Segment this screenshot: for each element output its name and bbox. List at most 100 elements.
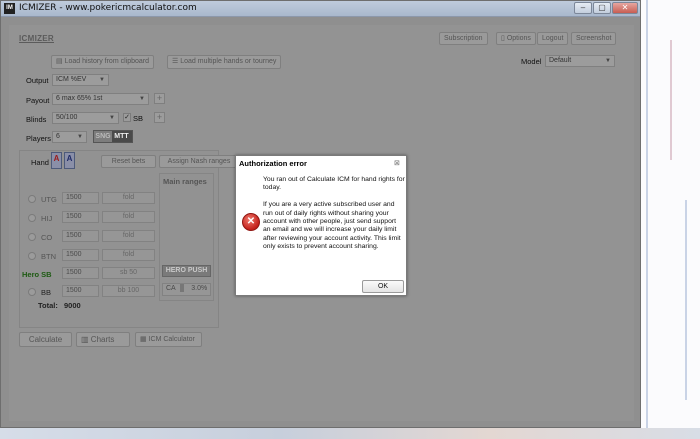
- radio-hij[interactable]: [28, 214, 36, 222]
- players-value: 6: [56, 133, 60, 140]
- total-label: Total:: [38, 301, 58, 310]
- desktop-background: [640, 0, 700, 439]
- chevron-down-icon: ▼: [109, 115, 115, 121]
- clipboard-icon: ▤: [56, 58, 63, 65]
- hero-push-badge[interactable]: HERO PUSH: [162, 265, 211, 277]
- ca-value: 3.0%: [191, 285, 208, 292]
- ca-label: CA: [166, 285, 176, 292]
- output-value: ICM %EV: [56, 76, 87, 83]
- blinds-select[interactable]: 50/100 ▼: [52, 112, 119, 124]
- card-1-rank: A: [53, 154, 60, 163]
- action-input-utg[interactable]: fold: [102, 192, 155, 204]
- blinds-value: 50/100: [56, 114, 78, 121]
- dialog-title: Authorization error: [239, 159, 307, 168]
- stack-input-hij[interactable]: 1500: [62, 211, 99, 223]
- blinds-label: Blinds: [26, 115, 47, 124]
- mode-sng[interactable]: SNG: [94, 131, 112, 142]
- options-button[interactable]: ▯ Options: [496, 32, 536, 45]
- stack-input-co[interactable]: 1500: [62, 230, 99, 242]
- authorization-error-dialog: Authorization error ⊠ ✕ You ran out of C…: [235, 155, 407, 296]
- output-label: Output: [26, 76, 49, 85]
- subscription-button[interactable]: Subscription: [439, 32, 488, 45]
- ca-field[interactable]: CA 3.0%: [162, 283, 211, 296]
- icm-calculator-label: ICM Calculator: [148, 336, 195, 343]
- radio-utg[interactable]: [28, 195, 36, 203]
- output-select[interactable]: ICM %EV ▼: [52, 74, 109, 86]
- stack-input-utg[interactable]: 1500: [62, 192, 99, 204]
- chevron-down-icon: ▼: [139, 96, 145, 102]
- sb-checkbox[interactable]: ✓: [123, 113, 131, 122]
- position-label-bb: BB: [41, 288, 52, 297]
- sb-label: SB: [133, 114, 144, 123]
- load-multiple-label: Load multiple hands or tourney: [180, 58, 277, 65]
- icm-calculator-button[interactable]: ▦ ICM Calculator: [135, 332, 202, 347]
- action-input-hero-sb[interactable]: sb 50: [102, 267, 155, 279]
- model-label: Model: [521, 57, 542, 66]
- position-label-btn: BTN: [41, 252, 56, 261]
- dialog-close-icon[interactable]: ⊠: [394, 159, 400, 167]
- calculator-icon: ▦: [140, 336, 147, 343]
- hand-label: Hand: [31, 158, 49, 167]
- chart-icon: ▥: [81, 335, 89, 344]
- load-history-button[interactable]: ▤ Load history from clipboard: [51, 55, 155, 69]
- action-input-hij[interactable]: fold: [102, 211, 155, 223]
- logout-button[interactable]: Logout: [537, 32, 569, 45]
- load-multiple-button[interactable]: ☰ Load multiple hands or tourney: [167, 55, 282, 69]
- charts-button[interactable]: ▥ Charts: [76, 332, 130, 347]
- reset-bets-button[interactable]: Reset bets: [101, 155, 156, 168]
- icmizer-logo[interactable]: ICMIZER: [19, 34, 54, 43]
- list-icon: ☰: [172, 58, 179, 65]
- error-icon: ✕: [242, 213, 260, 231]
- chevron-down-icon: ▼: [77, 134, 83, 140]
- dialog-paragraph-2: If you are a very active subscribed user…: [263, 201, 401, 251]
- hand-card-1[interactable]: A: [51, 152, 62, 169]
- assign-nash-button[interactable]: Assign Nash ranges: [159, 155, 239, 168]
- chevron-down-icon: ▼: [99, 77, 105, 83]
- screenshot-button[interactable]: Screenshot: [571, 32, 617, 45]
- gear-icon: ▯: [501, 35, 505, 42]
- action-input-btn[interactable]: fold: [102, 249, 155, 261]
- options-label: Options: [506, 35, 531, 42]
- action-input-bb[interactable]: bb 100: [102, 285, 155, 297]
- position-label-co: CO: [41, 233, 53, 242]
- payout-value: 6 max 65% 1st: [56, 95, 103, 102]
- card-2-rank: A: [66, 154, 73, 163]
- total-value: 9000: [64, 301, 81, 310]
- position-label-utg: UTG: [41, 195, 57, 204]
- app-logo-icon: IM: [4, 3, 15, 14]
- players-select[interactable]: 6 ▼: [52, 131, 87, 143]
- title-bar[interactable]: IM ICMIZER - www.pokericmcalculator.com …: [1, 1, 640, 17]
- add-blinds-button[interactable]: +: [154, 112, 165, 123]
- close-button[interactable]: ✕: [612, 2, 638, 14]
- maximize-button[interactable]: ▢: [593, 2, 611, 14]
- load-history-label: Load history from clipboard: [64, 58, 150, 65]
- players-label: Players: [26, 134, 52, 143]
- position-label-hero-sb: Hero SB: [22, 270, 52, 279]
- stack-input-hero-sb[interactable]: 1500: [62, 267, 99, 279]
- calculate-button[interactable]: Calculate: [19, 332, 72, 347]
- payout-label: Payout: [26, 96, 50, 105]
- mode-mtt[interactable]: MTT: [112, 131, 131, 142]
- position-label-hij: HIJ: [41, 214, 53, 223]
- ca-slider-handle[interactable]: [180, 284, 185, 293]
- window-title: ICMIZER - www.pokericmcalculator.com: [19, 3, 197, 13]
- model-select[interactable]: Default ▼: [545, 55, 615, 67]
- radio-co[interactable]: [28, 233, 36, 241]
- mode-toggle[interactable]: SNG MTT: [93, 130, 133, 143]
- chevron-down-icon: ▼: [605, 58, 611, 64]
- stack-input-btn[interactable]: 1500: [62, 249, 99, 261]
- payout-select[interactable]: 6 max 65% 1st ▼: [52, 93, 149, 105]
- dialog-message: You ran out of Calculate ICM for hand ri…: [263, 176, 405, 260]
- stack-input-bb[interactable]: 1500: [62, 285, 99, 297]
- main-ranges-label: Main ranges: [163, 177, 207, 186]
- action-input-co[interactable]: fold: [102, 230, 155, 242]
- model-value: Default: [549, 57, 572, 64]
- hand-card-2[interactable]: A: [64, 152, 75, 169]
- dialog-paragraph-1: You ran out of Calculate ICM for hand ri…: [263, 176, 405, 192]
- ok-button[interactable]: OK: [362, 280, 404, 293]
- main-ranges-panel: [159, 173, 214, 301]
- radio-bb[interactable]: [28, 288, 36, 296]
- minimize-button[interactable]: –: [574, 2, 592, 14]
- radio-btn[interactable]: [28, 252, 36, 260]
- add-payout-button[interactable]: +: [154, 93, 165, 104]
